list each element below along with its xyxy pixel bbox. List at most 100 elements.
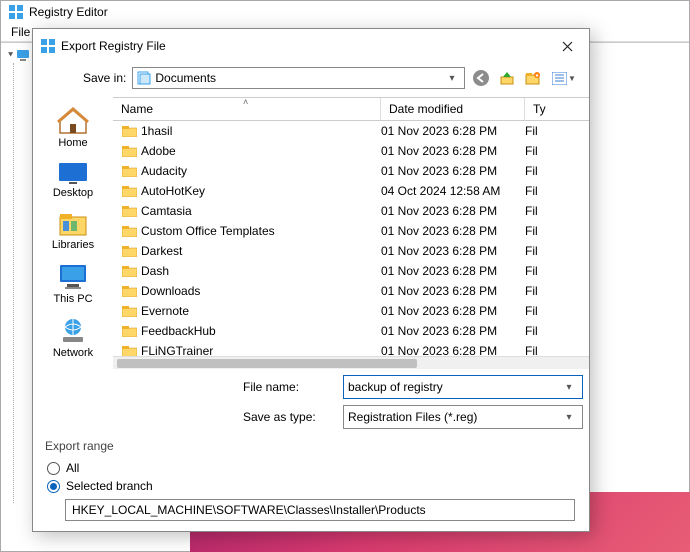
folder-icon — [119, 125, 139, 137]
file-date: 01 Nov 2023 6:28 PM — [381, 224, 525, 238]
file-date: 01 Nov 2023 6:28 PM — [381, 144, 525, 158]
table-row[interactable]: FeedbackHub01 Nov 2023 6:28 PMFil — [113, 321, 589, 341]
file-date: 01 Nov 2023 6:28 PM — [381, 204, 525, 218]
sort-ascending-icon: ˄ — [243, 97, 248, 107]
scrollbar-thumb[interactable] — [117, 359, 417, 368]
table-row[interactable]: Darkest01 Nov 2023 6:28 PMFil — [113, 241, 589, 261]
file-name: Dash — [139, 264, 381, 278]
close-button[interactable] — [553, 35, 581, 57]
file-name: 1hasil — [139, 124, 381, 138]
file-type: Fil — [525, 124, 589, 138]
file-name: Downloads — [139, 284, 381, 298]
place-label: Network — [53, 347, 93, 359]
place-label: Libraries — [52, 239, 94, 251]
table-row[interactable]: Audacity01 Nov 2023 6:28 PMFil — [113, 161, 589, 181]
new-folder-button[interactable]: ★ — [523, 68, 543, 88]
documents-icon — [137, 71, 151, 85]
place-network[interactable]: Network — [33, 315, 113, 361]
new-folder-icon: ★ — [525, 71, 541, 85]
this-pc-icon — [57, 263, 89, 291]
export-range-group: Export range All Selected branch HKEY_LO… — [33, 439, 589, 531]
branch-value: HKEY_LOCAL_MACHINE\SOFTWARE\Classes\Inst… — [72, 503, 426, 517]
back-button[interactable] — [471, 68, 491, 88]
views-button[interactable]: ▼ — [549, 68, 579, 88]
filename-input[interactable] — [348, 380, 560, 394]
radio-selected-branch[interactable]: Selected branch — [45, 477, 577, 495]
folder-icon — [119, 325, 139, 337]
filename-input-wrap[interactable]: ▾ — [343, 375, 583, 399]
table-row[interactable]: Custom Office Templates01 Nov 2023 6:28 … — [113, 221, 589, 241]
chevron-down-icon: ▾ — [444, 73, 460, 84]
file-name: Audacity — [139, 164, 381, 178]
file-type: Fil — [525, 164, 589, 178]
table-row[interactable]: Adobe01 Nov 2023 6:28 PMFil — [113, 141, 589, 161]
column-date[interactable]: Date modified — [381, 98, 525, 120]
column-type[interactable]: Ty — [525, 98, 589, 120]
saveastype-select[interactable]: ▾ — [343, 405, 583, 429]
libraries-icon — [57, 211, 89, 237]
file-type: Fil — [525, 304, 589, 318]
folder-icon — [119, 305, 139, 317]
file-name: FeedbackHub — [139, 324, 381, 338]
file-list[interactable]: 1hasil01 Nov 2023 6:28 PMFilAdobe01 Nov … — [113, 121, 589, 369]
saveastype-row: Save as type: ▾ Cancel — [243, 405, 589, 429]
file-date: 01 Nov 2023 6:28 PM — [381, 304, 525, 318]
file-name: AutoHotKey — [139, 184, 381, 198]
table-row[interactable]: AutoHotKey04 Oct 2024 12:58 AMFil — [113, 181, 589, 201]
filename-fields: File name: ▾ Save Save as type: ▾ Cancel — [113, 369, 589, 439]
horizontal-scrollbar[interactable] — [113, 356, 589, 369]
file-type: Fil — [525, 224, 589, 238]
radio-all[interactable]: All — [45, 459, 577, 477]
network-icon — [57, 317, 89, 345]
file-date: 01 Nov 2023 6:28 PM — [381, 284, 525, 298]
registry-icon — [9, 5, 23, 19]
file-date: 01 Nov 2023 6:28 PM — [381, 264, 525, 278]
place-label: Home — [58, 137, 87, 149]
folder-icon — [119, 145, 139, 157]
file-name: Custom Office Templates — [139, 224, 381, 238]
file-type: Fil — [525, 324, 589, 338]
place-label: Desktop — [53, 187, 93, 199]
file-date: 01 Nov 2023 6:28 PM — [381, 324, 525, 338]
file-date: 04 Oct 2024 12:58 AM — [381, 184, 525, 198]
saveastype-label: Save as type: — [243, 410, 333, 424]
folder-icon — [119, 285, 139, 297]
radio-icon — [47, 480, 60, 493]
dialog-title: Export Registry File — [61, 39, 547, 53]
chevron-down-icon[interactable]: ▾ — [560, 382, 578, 393]
place-desktop[interactable]: Desktop — [33, 159, 113, 201]
table-row[interactable]: 1hasil01 Nov 2023 6:28 PMFil — [113, 121, 589, 141]
export-range-title: Export range — [45, 439, 577, 453]
radio-icon — [47, 462, 60, 475]
radio-label: Selected branch — [66, 479, 153, 493]
close-icon — [562, 41, 573, 52]
folder-icon — [119, 245, 139, 257]
table-row[interactable]: Evernote01 Nov 2023 6:28 PMFil — [113, 301, 589, 321]
save-in-label: Save in: — [83, 71, 126, 85]
save-in-select[interactable]: Documents ▾ — [132, 67, 465, 89]
place-libraries[interactable]: Libraries — [33, 209, 113, 253]
save-in-value: Documents — [155, 71, 440, 85]
place-this-pc[interactable]: This PC — [33, 261, 113, 307]
file-name: Darkest — [139, 244, 381, 258]
file-type: Fil — [525, 184, 589, 198]
table-row[interactable]: Dash01 Nov 2023 6:28 PMFil — [113, 261, 589, 281]
main-titlebar: Registry Editor — [1, 1, 689, 23]
up-one-level-button[interactable] — [497, 68, 517, 88]
back-icon — [472, 69, 490, 87]
file-type: Fil — [525, 144, 589, 158]
folder-icon — [119, 165, 139, 177]
branch-input[interactable]: HKEY_LOCAL_MACHINE\SOFTWARE\Classes\Inst… — [65, 499, 575, 521]
folder-icon — [119, 185, 139, 197]
save-in-bar: Save in: Documents ▾ ★ — [33, 63, 589, 97]
filename-label: File name: — [243, 380, 333, 394]
chevron-down-icon[interactable]: ▾ — [560, 412, 578, 423]
place-home[interactable]: Home — [33, 105, 113, 151]
chevron-down-icon: ▼ — [568, 74, 576, 83]
table-row[interactable]: Camtasia01 Nov 2023 6:28 PMFil — [113, 201, 589, 221]
dialog-body: Home Desktop Libraries This PC — [33, 97, 589, 439]
table-row[interactable]: Downloads01 Nov 2023 6:28 PMFil — [113, 281, 589, 301]
filename-row: File name: ▾ Save — [243, 375, 589, 399]
radio-label: All — [66, 461, 79, 475]
file-date: 01 Nov 2023 6:28 PM — [381, 164, 525, 178]
